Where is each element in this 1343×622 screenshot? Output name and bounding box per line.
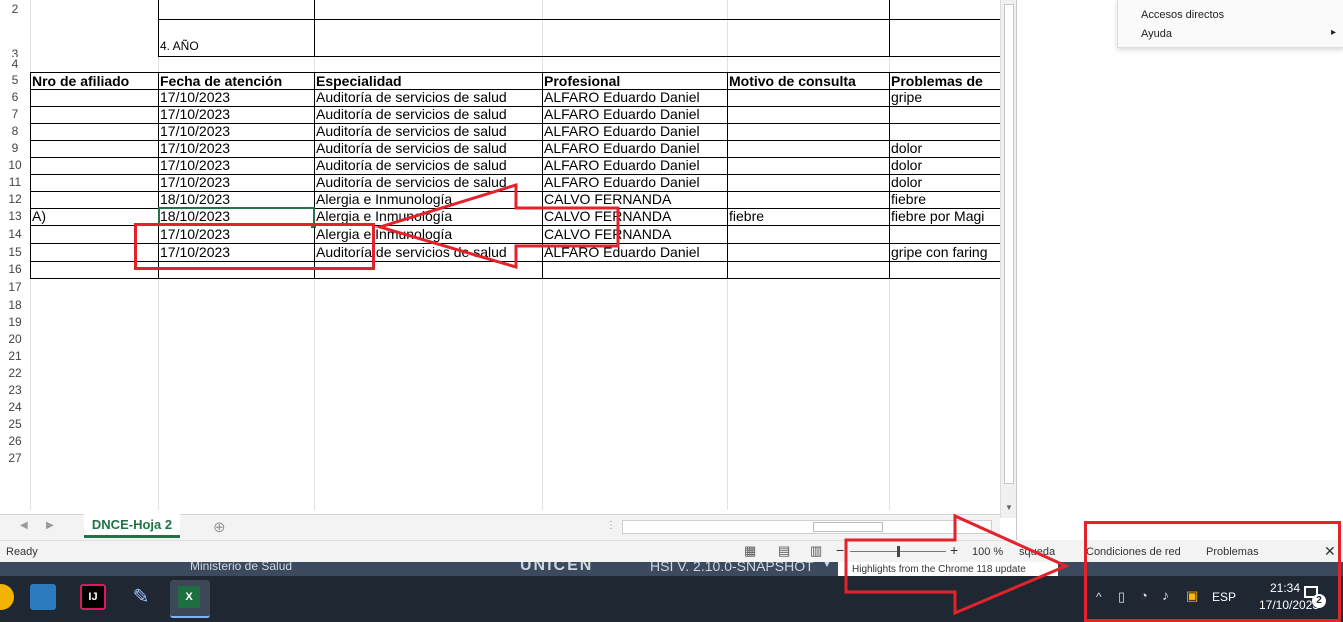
annotation-arrow-right	[844, 513, 1070, 616]
annotation-arrows	[374, 182, 1070, 616]
annotation-arrow-left	[374, 182, 620, 270]
